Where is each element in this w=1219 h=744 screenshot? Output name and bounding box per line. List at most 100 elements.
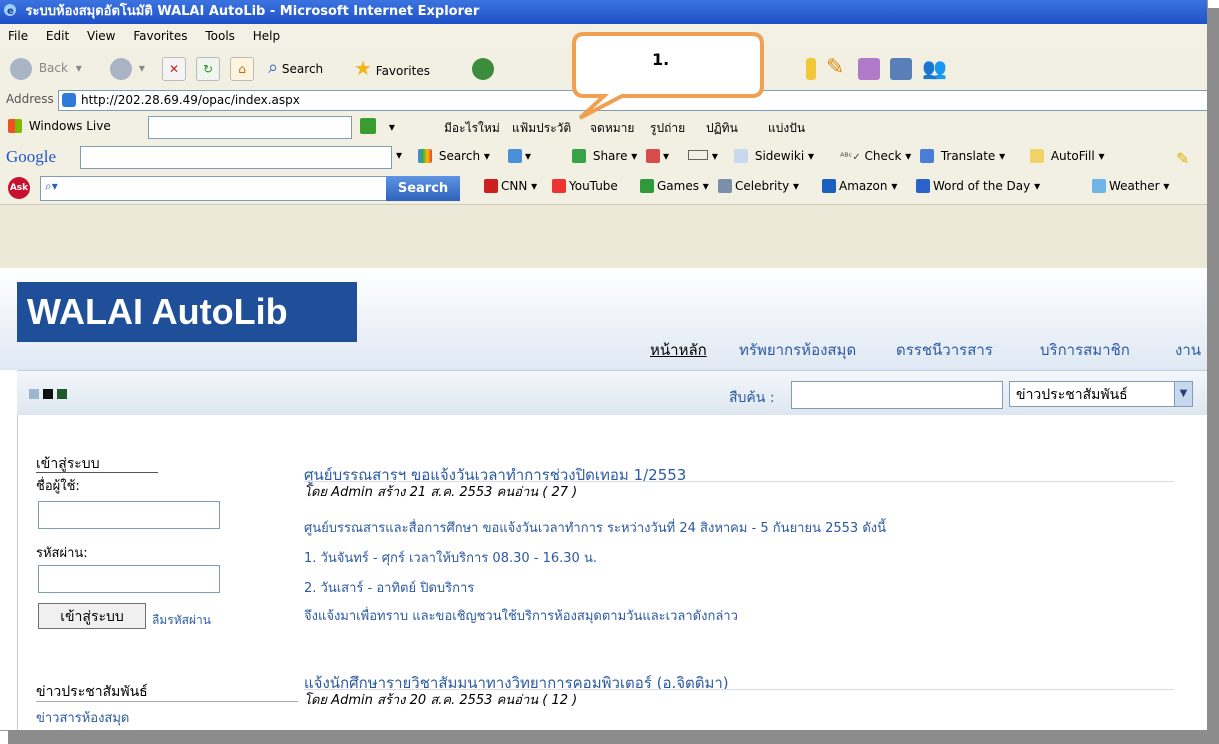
stop-icon: ✕ — [162, 56, 186, 81]
main-content: เข้าสู่ระบบ ชื่อผู้ใช้: รหัสผ่าน: เข้าสู… — [17, 415, 1207, 730]
password-input[interactable] — [38, 565, 220, 593]
search-icon: ⌕ — [268, 57, 279, 78]
stop-button[interactable]: ✕ — [162, 55, 186, 81]
menu-favorites[interactable]: Favorites — [133, 29, 187, 43]
ie-icon: e — [3, 2, 17, 17]
research-button[interactable] — [890, 55, 912, 81]
ask-link-games[interactable]: Games ▾ — [640, 179, 709, 193]
news-body-line: 2. วันเสาร์ - อาทิตย์ ปิดบริการ — [304, 581, 475, 596]
ask-link-amazon[interactable]: Amazon ▾ — [822, 179, 897, 193]
google-share-button[interactable]: Share ▾ — [572, 149, 637, 163]
ask-link-word-of-the-day[interactable]: Word of the Day ▾ — [916, 179, 1040, 193]
ask-link-youtube[interactable]: YouTube — [552, 179, 618, 193]
google-translate-button[interactable]: Translate ▾ — [920, 149, 1005, 163]
site-header: WALAI AutoLib หน้าหลัก ทรัพยากรห้องสมุด … — [0, 268, 1207, 370]
favorites-button[interactable]: ★ Favorites — [354, 55, 430, 81]
search-icon — [360, 118, 376, 134]
site-logo[interactable]: WALAI AutoLib — [17, 282, 357, 342]
discuss-icon — [858, 57, 880, 80]
wl-link-whats-new[interactable]: มีอะไรใหม่ — [444, 119, 500, 138]
forgot-password-link[interactable]: ลืมรหัสผ่าน — [152, 611, 211, 630]
callout-bubble: 1. — [570, 30, 766, 122]
home-button[interactable]: ⌂ — [230, 55, 254, 81]
ask-search-button[interactable]: Search — [386, 176, 460, 201]
web-page: WALAI AutoLib หน้าหลัก ทรัพยากรห้องสมุด … — [0, 268, 1207, 730]
menu-edit[interactable]: Edit — [46, 29, 69, 43]
ask-link-cnn[interactable]: CNN ▾ — [484, 179, 537, 193]
page-icon — [62, 93, 76, 107]
highlight-pen-icon[interactable]: ✎ — [1176, 149, 1189, 168]
windows-live-search-button[interactable]: ▾ — [360, 118, 395, 134]
theme-swatch-green[interactable] — [57, 389, 67, 399]
svg-text:e: e — [7, 6, 14, 17]
cnn-icon — [484, 179, 498, 193]
nav-home[interactable]: หน้าหลัก — [650, 338, 707, 362]
ask-search-input[interactable]: ⌕▾ — [40, 176, 388, 201]
search-bar: สืบค้น : ข่าวประชาสัมพันธ์ ▼ — [17, 370, 1207, 416]
window-icon — [688, 150, 708, 160]
back-button[interactable]: Back ▾ — [10, 55, 82, 81]
nav-library-resources[interactable]: ทรัพยากรห้องสมุด — [739, 338, 856, 362]
share-icon — [572, 149, 586, 163]
google-dropdown-arrow[interactable]: ▾ — [396, 148, 402, 162]
ask-link-celebrity[interactable]: Celebrity ▾ — [718, 179, 799, 193]
username-input[interactable] — [38, 501, 220, 529]
search-icon: ⌕▾ — [45, 179, 58, 193]
search-category-select[interactable]: ข่าวประชาสัมพันธ์ ▼ — [1009, 381, 1193, 407]
sidewiki-icon — [734, 149, 748, 163]
windows-live-search-input[interactable] — [148, 116, 352, 139]
menu-tools[interactable]: Tools — [205, 29, 235, 43]
search-button[interactable]: ⌕ Search — [268, 55, 323, 81]
news-heading-underline — [36, 701, 298, 702]
dictionary-icon — [916, 179, 930, 193]
mail-button[interactable] — [806, 55, 816, 81]
site-search-input[interactable] — [791, 381, 1003, 409]
google-bookmark-button[interactable]: ▾ — [646, 149, 669, 163]
browser-window: e ระบบห้องสมุดอัตโนมัติ WALAI AutoLib - … — [0, 0, 1208, 731]
menu-file[interactable]: File — [8, 29, 28, 43]
youtube-icon — [552, 179, 566, 193]
pen-icon: ✎ — [826, 55, 845, 80]
edit-button[interactable]: ✎ — [826, 55, 844, 81]
speech-bubble-icon — [572, 32, 764, 120]
google-sidewiki-button[interactable]: Sidewiki ▾ — [734, 149, 814, 163]
weather-icon — [1092, 179, 1106, 193]
ask-link-weather[interactable]: Weather ▾ — [1092, 179, 1169, 193]
star-icon: ★ — [354, 56, 372, 80]
google-plus-button[interactable]: ▾ — [508, 149, 531, 163]
nav-more[interactable]: งาน — [1175, 338, 1201, 362]
login-button[interactable]: เข้าสู่ระบบ — [38, 603, 146, 629]
refresh-button[interactable]: ↻ — [196, 55, 220, 81]
google-autofill-button[interactable]: AutoFill ▾ — [1030, 149, 1105, 163]
google-search-input[interactable] — [80, 146, 392, 169]
history-button[interactable] — [472, 55, 494, 81]
news-meta-1: โดย Admin สร้าง 21 ส.ค. 2553 คนอ่าน ( 27… — [304, 485, 578, 500]
google-search-button[interactable]: Search ▾ — [418, 149, 490, 163]
menu-help[interactable]: Help — [253, 29, 280, 43]
forward-button[interactable]: ▾ — [110, 55, 145, 81]
wl-link-profile[interactable]: แฟ้มประวัติ — [512, 119, 571, 138]
celebrity-icon — [718, 179, 732, 193]
windows-live-logo: Windows Live — [8, 119, 111, 133]
bookmark-icon — [646, 149, 660, 163]
search-label: สืบค้น : — [729, 390, 775, 406]
google-check-button[interactable]: ᴬᴮᶜ✓ Check ▾ — [840, 149, 911, 163]
research-icon — [890, 57, 912, 80]
wl-link-share[interactable]: แบ่งปัน — [768, 119, 805, 138]
library-news-link[interactable]: ข่าวสารห้องสมุด — [36, 707, 129, 728]
plus-icon — [508, 149, 522, 163]
games-icon — [640, 179, 654, 193]
messenger-button[interactable] — [858, 55, 880, 81]
people-icon: 👥 — [922, 56, 947, 80]
google-window-button[interactable]: ▾ — [688, 149, 718, 163]
contacts-button[interactable]: 👥 — [922, 55, 947, 81]
chevron-down-icon: ▾ — [388, 120, 395, 134]
translate-icon — [920, 149, 934, 163]
theme-swatch-black[interactable] — [43, 389, 53, 399]
theme-swatch-light[interactable] — [29, 389, 39, 399]
forward-arrow-icon — [110, 57, 132, 80]
title-bar: e ระบบห้องสมุดอัตโนมัติ WALAI AutoLib - … — [0, 0, 1207, 24]
nav-member-services[interactable]: บริการสมาชิก — [1040, 338, 1130, 362]
nav-journal-index[interactable]: ดรรชนีวารสาร — [896, 338, 993, 362]
menu-view[interactable]: View — [87, 29, 115, 43]
